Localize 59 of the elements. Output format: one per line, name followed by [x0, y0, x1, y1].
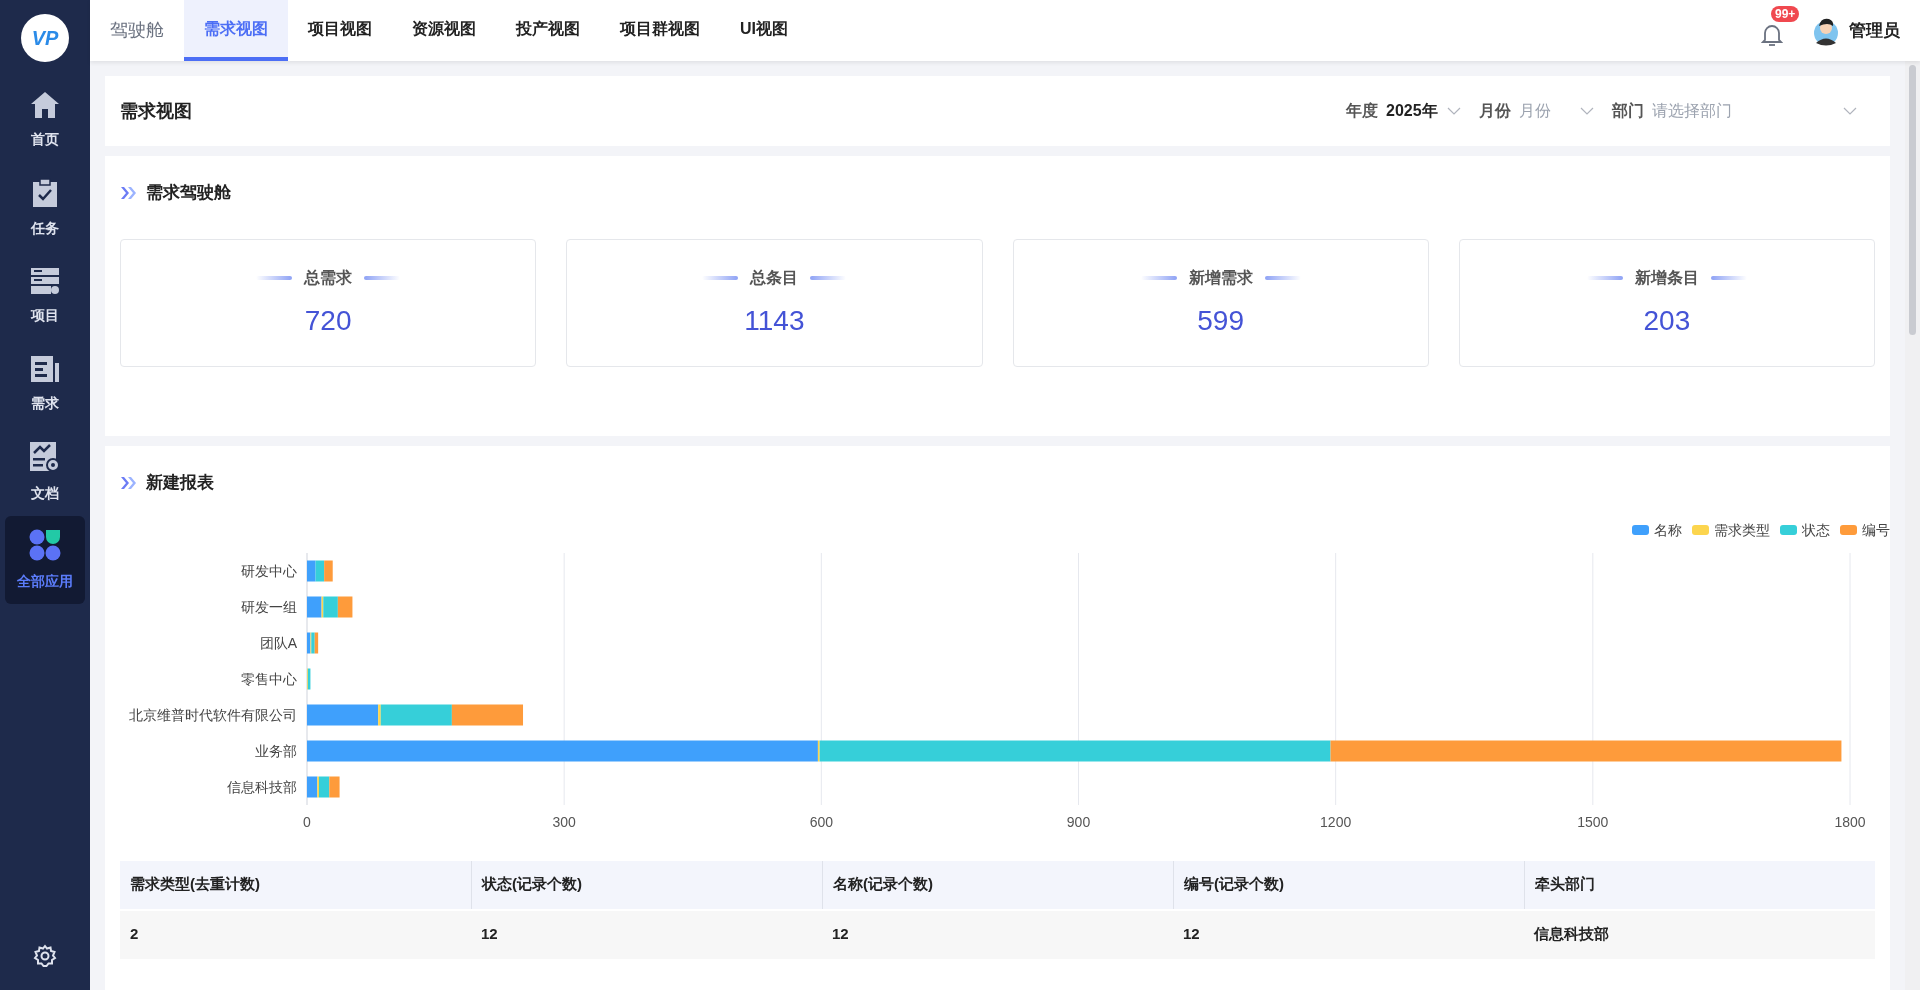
sidebar-item[interactable]: 需求	[5, 340, 85, 428]
logo: VP	[21, 14, 69, 62]
legend-label: 编号	[1862, 520, 1890, 540]
sidebar-item[interactable]: 任务	[5, 164, 85, 252]
column-header: 名称(记录个数)	[822, 860, 1173, 909]
nav-tab[interactable]: 投产视图	[496, 0, 600, 61]
sidebar-item[interactable]: 全部应用	[5, 516, 85, 604]
nav-tab[interactable]: 资源视图	[392, 0, 496, 61]
kpi-value: 720	[304, 303, 352, 338]
sidebar-item[interactable]: 首页	[5, 76, 85, 164]
filter-label: 年度	[1346, 101, 1378, 121]
sidebar-item[interactable]: 文档	[5, 428, 85, 516]
kpi-label: 总条目	[750, 267, 799, 288]
table-cell-text: 信息科技部	[1532, 924, 1610, 945]
notification-badge: 99+	[1771, 6, 1800, 22]
nav-tab[interactable]: UI视图	[720, 0, 808, 61]
select-field[interactable]: 2025年	[1386, 99, 1461, 123]
table-cell-text: 2	[129, 924, 140, 945]
axis-tick-label: 1800	[1834, 813, 1866, 830]
filter-label: 部门	[1612, 101, 1644, 121]
category-label: 北京维普时代软件有限公司	[129, 706, 297, 723]
kpi-value: 599	[1197, 303, 1244, 338]
column-header: 编号(记录个数)	[1173, 860, 1524, 909]
app-title: 驾驶舱	[109, 19, 165, 42]
legend-label: 需求类型	[1714, 520, 1770, 540]
section-title: 新建报表	[146, 472, 214, 494]
filter-label: 月份	[1479, 101, 1511, 121]
user-name[interactable]: 管理员	[1849, 0, 1900, 61]
kpi-value: 203	[1643, 303, 1691, 338]
table-cell-text: 12	[831, 924, 850, 945]
sidebar-item[interactable]: 项目	[5, 252, 85, 340]
axis-tick-label: 0	[303, 813, 311, 830]
nav-tab[interactable]: 项目群视图	[600, 0, 720, 61]
axis-tick-label: 1200	[1320, 813, 1352, 830]
axis-tick-label: 600	[809, 813, 833, 830]
category-label: 业务部	[255, 742, 297, 759]
axis-tick-label: 300	[552, 813, 576, 830]
axis-tick-label: 1500	[1577, 813, 1609, 830]
page-title: 需求视图	[120, 99, 192, 123]
table-cell-text: 12	[480, 924, 499, 945]
kpi-label: 新增需求	[1188, 267, 1253, 288]
nav-tab[interactable]: 项目视图	[288, 0, 392, 61]
column-header: 状态(记录个数)	[471, 860, 822, 909]
legend-label: 名称	[1654, 520, 1682, 540]
column-header: 需求类型(去重计数)	[129, 874, 261, 895]
category-label: 研发中心	[241, 562, 297, 579]
kpi-label: 总需求	[304, 267, 353, 288]
axis-tick-label: 900	[1066, 813, 1091, 830]
kpi-value: 1143	[744, 303, 805, 338]
table-cell-text: 12	[1182, 924, 1201, 945]
section-title: 需求驾驶舱	[146, 182, 231, 204]
category-label: 信息科技部	[227, 778, 297, 795]
nav-tab[interactable]: 需求视图	[184, 0, 288, 61]
category-label: 零售中心	[241, 670, 297, 687]
kpi-label: 新增条目	[1634, 267, 1699, 288]
column-header: 牵头部门	[1524, 860, 1875, 909]
category-label: 团队A	[259, 634, 297, 651]
category-label: 研发一组	[241, 598, 297, 615]
legend-label: 状态	[1802, 520, 1830, 540]
